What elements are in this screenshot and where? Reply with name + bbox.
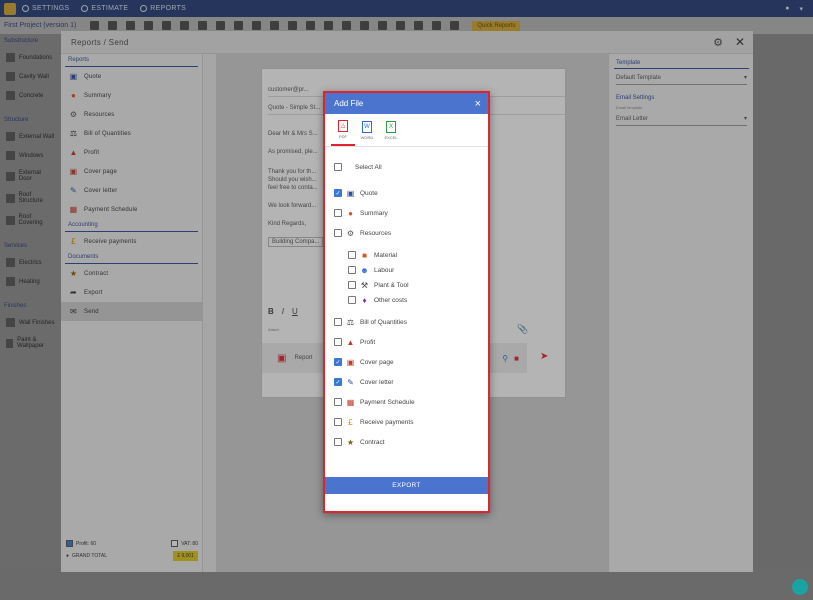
summary-icon: ●: [348, 208, 353, 218]
file-option-material[interactable]: ■ Material: [348, 249, 397, 261]
scale-icon: ⚖: [346, 317, 355, 327]
file-option-other-costs[interactable]: ♦ Other costs: [348, 294, 407, 306]
word-icon: W: [362, 120, 372, 133]
export-button[interactable]: EXPORT: [325, 477, 488, 494]
file-option-bill-of-quantities[interactable]: ⚖ Bill of Quantities: [334, 316, 407, 328]
file-option-payment-schedule[interactable]: ▦ Payment Schedule: [334, 396, 415, 408]
file-option-contract[interactable]: ★ Contract: [334, 436, 385, 448]
checkbox[interactable]: [348, 251, 356, 259]
handshake-icon: ★: [346, 437, 355, 447]
chat-bubble-icon[interactable]: [792, 579, 808, 595]
checkbox[interactable]: [348, 266, 356, 274]
format-tabs: △ PDF W WORD X EXCEL: [325, 114, 488, 147]
file-option-plant-tool[interactable]: ⚒ Plant & Tool: [348, 279, 409, 291]
pdf-icon: △: [338, 119, 348, 132]
checkbox[interactable]: [334, 318, 342, 326]
checkbox[interactable]: [334, 418, 342, 426]
checkbox[interactable]: [334, 229, 342, 237]
file-option-cover-page[interactable]: ✓ ▣ Cover page: [334, 356, 394, 368]
checkbox[interactable]: ✓: [334, 378, 342, 386]
checkbox[interactable]: ✓: [334, 189, 342, 197]
dialog-header: Add File ×: [325, 93, 488, 114]
cover-page-icon: ▣: [346, 357, 355, 367]
file-option-profit[interactable]: ▲ Profit: [334, 336, 375, 348]
checkbox[interactable]: ✓: [334, 358, 342, 366]
file-option-summary[interactable]: ● Summary: [334, 207, 388, 219]
excel-icon: X: [386, 120, 396, 133]
calendar-icon: ▦: [346, 397, 355, 407]
other-costs-icon: ♦: [362, 295, 367, 305]
checkbox[interactable]: [334, 438, 342, 446]
cover-letter-icon: ✎: [347, 377, 354, 387]
quote-icon: ▣: [346, 188, 355, 198]
format-tab-word[interactable]: W WORD: [355, 114, 379, 146]
pound-icon: £: [348, 417, 353, 427]
add-file-dialog: Add File × △ PDF W WORD X EXCEL Select A…: [323, 91, 490, 513]
checkbox[interactable]: [334, 338, 342, 346]
file-option-resources[interactable]: ⚙ Resources: [334, 227, 391, 239]
profit-icon: ▲: [346, 337, 355, 347]
checkbox[interactable]: [334, 398, 342, 406]
file-option-cover-letter[interactable]: ✓ ✎ Cover letter: [334, 376, 394, 388]
format-tab-pdf[interactable]: △ PDF: [331, 114, 355, 146]
close-icon[interactable]: ×: [475, 98, 481, 110]
format-tab-excel[interactable]: X EXCEL: [379, 114, 403, 146]
select-all-checkbox[interactable]: [334, 163, 342, 171]
file-option-receive-payments[interactable]: £ Receive payments: [334, 416, 413, 428]
checkbox[interactable]: [334, 209, 342, 217]
file-option-labour[interactable]: ☻ Labour: [348, 264, 394, 276]
resources-icon: ⚙: [346, 228, 355, 238]
tool-icon: ⚒: [360, 280, 369, 290]
file-option-quote[interactable]: ✓ ▣ Quote: [334, 187, 378, 199]
select-all-row[interactable]: Select All: [334, 161, 382, 173]
checkbox[interactable]: [348, 281, 356, 289]
material-icon: ■: [362, 250, 367, 260]
dialog-title: Add File: [334, 99, 364, 108]
worker-icon: ☻: [360, 265, 369, 275]
checkbox[interactable]: [348, 296, 356, 304]
